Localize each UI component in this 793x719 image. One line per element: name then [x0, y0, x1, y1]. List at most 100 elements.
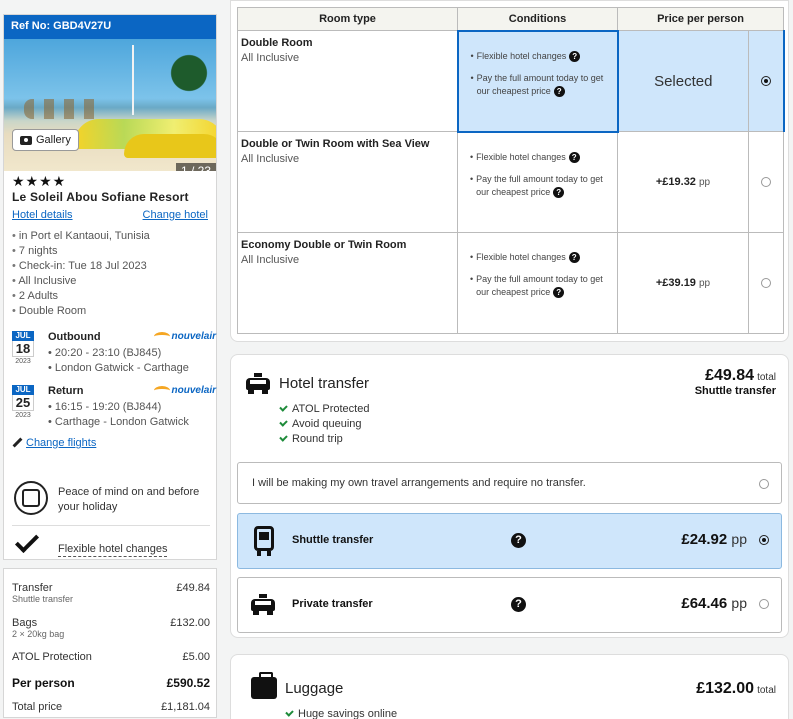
gallery-button[interactable]: Gallery [12, 129, 79, 151]
benefit-item: Huge savings online [285, 707, 397, 719]
price-row-transfer: Transfer Shuttle transfer £49.84 [12, 582, 210, 604]
condition-item: Flexible hotel changes? [470, 151, 617, 164]
room-name: Double or Twin Room with Sea View [241, 138, 430, 150]
help-icon[interactable]: ? [568, 252, 580, 264]
divider [12, 525, 210, 526]
change-flights[interactable]: Change flights [12, 437, 96, 449]
airline-swoosh-icon [153, 386, 170, 395]
help-icon[interactable]: ? [569, 50, 581, 62]
option-price-amount: £24.92 [681, 531, 728, 548]
booking-facts-list: in Port el Kantaoui, Tunisia 7 nights Ch… [12, 229, 150, 319]
room-radio[interactable] [761, 278, 771, 288]
airline-swoosh-icon [153, 332, 170, 341]
photo-boat-mast [132, 45, 134, 115]
flexible-changes-label[interactable]: Flexible hotel changes [58, 543, 168, 557]
outbound-flight: JUL 18 2023 Outbound 20:20 - 23:10 (BJ84… [12, 331, 216, 377]
hotel-name: Le Soleil Abou Sofiane Resort [12, 190, 189, 204]
condition-text: Flexible hotel changes [476, 252, 566, 262]
room-price: Selected [654, 72, 713, 90]
room-type-cell: Economy Double or Twin Room All Inclusiv… [237, 232, 458, 334]
outbound-day: 18 [12, 341, 34, 357]
return-date-badge: JUL 25 2023 [12, 385, 34, 421]
room-row[interactable]: Economy Double or Twin Room All Inclusiv… [237, 232, 785, 334]
airline-logo: nouvelair [153, 385, 216, 396]
room-row[interactable]: Double or Twin Room with Sea View All In… [237, 131, 785, 233]
room-row[interactable]: Double Room All Inclusive Flexible hotel… [237, 29, 785, 133]
conditions-cell: Flexible hotel changes? Pay the full amo… [456, 29, 619, 133]
condition-item: Flexible hotel changes? [470, 251, 617, 264]
condition-item: Pay the full amount today to get our che… [470, 173, 617, 199]
luggage-total-amount: £132.00 [696, 680, 755, 697]
price-row-per-person: Per person £590.52 [12, 676, 210, 690]
room-radio-cell[interactable] [747, 131, 785, 233]
room-selection-panel: Room type Conditions Price per person Do… [230, 0, 789, 342]
gallery-label: Gallery [36, 134, 71, 146]
fact-location: in Port el Kantaoui, Tunisia [12, 229, 150, 244]
fact-checkin: Check-in: Tue 18 Jul 2023 [12, 259, 150, 274]
change-hotel-link[interactable]: Change hotel [143, 209, 208, 221]
help-icon[interactable]: ? [553, 186, 565, 198]
no-transfer-radio[interactable] [759, 479, 769, 489]
help-icon[interactable]: ? [568, 151, 580, 163]
change-flights-link[interactable]: Change flights [26, 437, 96, 449]
room-price-cell: Selected [617, 30, 749, 132]
total-label: total [757, 372, 776, 383]
total-label: total [757, 685, 776, 696]
taxi-icon [250, 594, 276, 616]
peace-of-mind-text: Peace of mind on and before your holiday [58, 486, 200, 513]
pp-label: pp [699, 177, 711, 188]
benefit-item: Round trip [279, 432, 369, 447]
shuttle-transfer-option[interactable]: Shuttle transfer ? £24.92 pp [237, 513, 782, 569]
room-name: Economy Double or Twin Room [241, 239, 407, 251]
outbound-date-badge: JUL 18 2023 [12, 331, 34, 367]
return-times: 16:15 - 19:20 (BJ844) [48, 401, 161, 413]
price-amount: £132.00 [170, 617, 210, 629]
hotel-details-link[interactable]: Hotel details [12, 209, 73, 221]
airline-name: nouvelair [171, 385, 216, 396]
return-title: Return [48, 385, 84, 397]
condition-item: Pay the full amount today to get our che… [471, 72, 617, 98]
header-price: Price per person [616, 7, 785, 31]
help-icon[interactable]: ? [511, 533, 526, 548]
price-row-total: Total price £1,181.04 [12, 701, 210, 713]
transfer-benefits: ATOL Protected Avoid queuing Round trip [279, 402, 369, 447]
luggage-icon [251, 672, 277, 699]
room-radio-selected[interactable] [760, 76, 771, 86]
room-price: +£39.19 [655, 277, 696, 289]
price-amount: £1,181.04 [161, 701, 210, 713]
luggage-panel: Luggage £132.00 total Huge savings onlin… [230, 654, 789, 719]
atol-protected-icon [14, 481, 48, 515]
outbound-title: Outbound [48, 331, 101, 343]
checkmark-icon [14, 528, 40, 554]
photo-beach-umbrellas [24, 99, 104, 119]
shuttle-radio-selected[interactable] [759, 535, 769, 545]
room-table-header: Room type Conditions Price per person [237, 7, 785, 31]
return-flight: JUL 25 2023 Return 16:15 - 19:20 (BJ844)… [12, 385, 216, 431]
luggage-benefits: Huge savings online [285, 707, 397, 719]
condition-item: Flexible hotel changes? [471, 50, 617, 63]
room-type-cell: Double Room All Inclusive [237, 30, 458, 132]
airline-logo: nouvelair [153, 331, 216, 342]
outbound-route: London Gatwick - Carthage [48, 362, 189, 374]
outbound-times: 20:20 - 23:10 (BJ845) [48, 347, 161, 359]
camera-icon [20, 135, 32, 145]
room-radio[interactable] [761, 177, 771, 187]
private-radio[interactable] [759, 599, 769, 609]
private-transfer-option[interactable]: Private transfer ? £64.46 pp [237, 577, 782, 633]
benefit-item: Avoid queuing [279, 417, 369, 432]
outbound-month: JUL [12, 331, 34, 341]
help-icon[interactable]: ? [553, 287, 565, 299]
no-transfer-option[interactable]: I will be making my own travel arrangeme… [237, 462, 782, 504]
help-icon[interactable]: ? [511, 597, 526, 612]
help-icon[interactable]: ? [553, 85, 565, 97]
room-radio-cell[interactable] [747, 232, 785, 334]
price-row-atol: ATOL Protection £5.00 [12, 651, 210, 663]
room-radio-cell[interactable] [747, 30, 785, 132]
room-type-cell: Double or Twin Room with Sea View All In… [237, 131, 458, 233]
transfer-title: Hotel transfer [279, 375, 370, 392]
taxi-icon [245, 373, 271, 395]
option-price: £24.92 pp [681, 531, 747, 548]
benefit-item: ATOL Protected [279, 402, 369, 417]
booking-reference: Ref No: GBD4V27U [4, 15, 216, 39]
hotel-photo[interactable]: Gallery 1 / 23 [4, 39, 216, 171]
